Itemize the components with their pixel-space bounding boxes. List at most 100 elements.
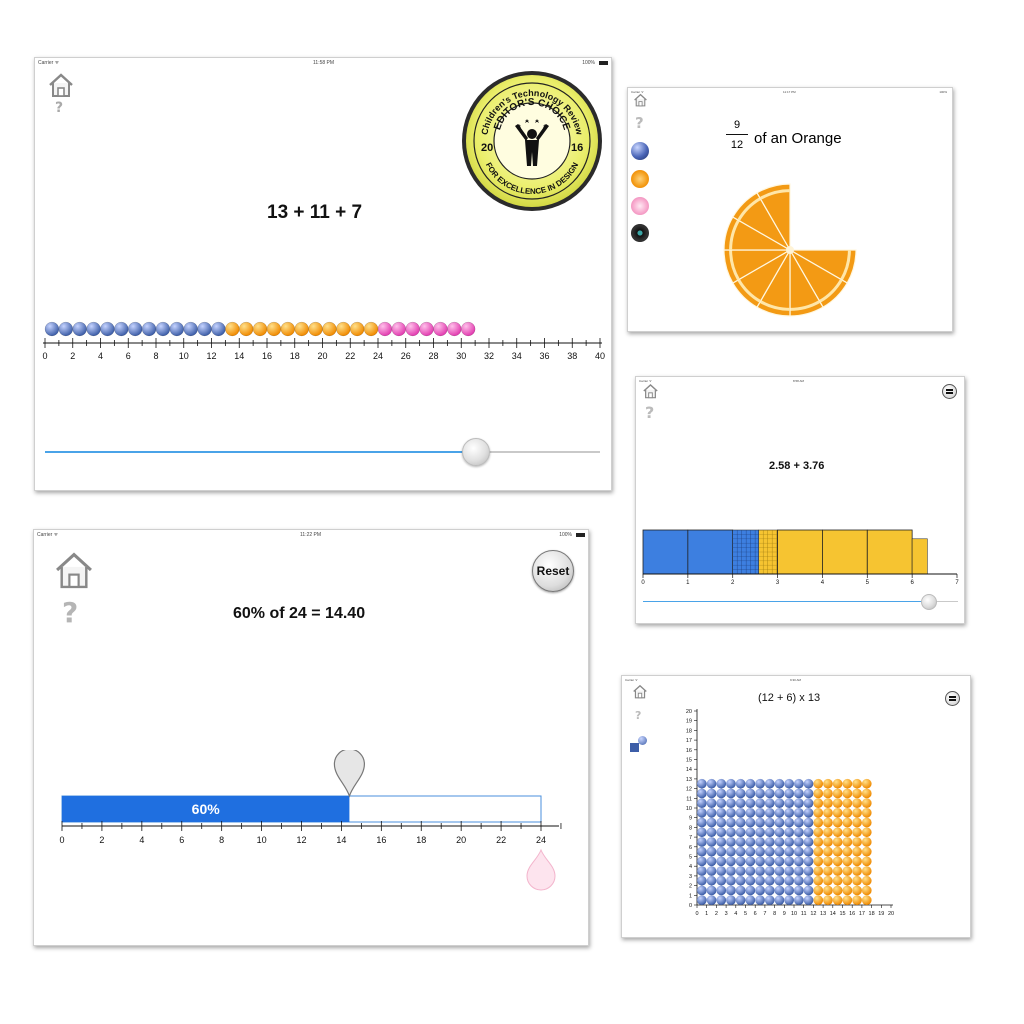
blue-bead: [716, 875, 727, 886]
help-icon[interactable]: ?: [635, 114, 644, 132]
home-icon[interactable]: [633, 93, 648, 107]
reset-button[interactable]: Reset: [532, 550, 574, 592]
blue-bead: [697, 798, 707, 808]
blue-bead: [706, 778, 717, 789]
blue-bead: [755, 866, 765, 876]
status-bar: Carrier ᯤ 11:58 PM 100%: [35, 58, 611, 68]
orange-bead: [842, 846, 853, 857]
y-tick-label: 4: [689, 864, 692, 870]
tick-label: 14: [336, 835, 346, 845]
y-tick-label: 15: [686, 758, 692, 764]
orange-slices: [723, 183, 857, 317]
orange-bead: [832, 827, 843, 838]
orange-bead: [813, 827, 824, 838]
orange-bead: [813, 846, 824, 857]
blue-bead: [745, 866, 756, 876]
pink-bead: [433, 321, 448, 337]
y-tick-label: 17: [686, 738, 692, 744]
blue-bead: [697, 856, 707, 867]
record-icon[interactable]: [631, 224, 649, 242]
orange-bead: [813, 808, 824, 818]
slider-fill: [45, 451, 476, 453]
blue-bead: [735, 875, 746, 886]
time-label: 11:22 PM: [300, 532, 322, 538]
orange-bead: [832, 788, 843, 799]
blue-bead: [784, 866, 794, 876]
blue-bead: [794, 798, 804, 808]
blue-bead: [745, 895, 756, 905]
orange-bead: [280, 321, 295, 337]
blue-bead: [706, 798, 717, 808]
slider-fill: [643, 601, 929, 602]
home-icon[interactable]: [47, 72, 75, 98]
home-icon[interactable]: [642, 383, 659, 399]
blue-bead: [183, 321, 198, 337]
orange-bead: [363, 321, 379, 337]
blue-bead: [735, 798, 746, 808]
blue-bead: [726, 817, 736, 828]
orange-bead: [861, 895, 872, 905]
blue-bead: [735, 856, 746, 867]
flower-icon[interactable]: [631, 197, 649, 215]
x-tick-label: 17: [859, 911, 865, 917]
equals-button[interactable]: [942, 384, 957, 399]
equals-button[interactable]: [945, 691, 960, 706]
y-tick-label: 19: [686, 719, 692, 725]
x-tick-label: 18: [869, 911, 875, 917]
orange-bead: [832, 778, 843, 789]
help-icon[interactable]: ?: [62, 596, 78, 629]
home-icon[interactable]: [51, 550, 97, 590]
orange-bead: [832, 895, 843, 905]
fraction-denominator: 12: [730, 139, 744, 151]
x-tick-label: 3: [725, 911, 728, 917]
help-icon[interactable]: ?: [55, 100, 63, 116]
tick-label: 8: [153, 351, 158, 361]
blue-bead: [706, 885, 717, 896]
blue-bead: [86, 321, 101, 337]
blue-bead: [764, 827, 775, 838]
tick-label: 34: [512, 351, 522, 361]
home-icon[interactable]: [632, 684, 648, 699]
blue-bead: [735, 817, 746, 828]
blue-bead: [803, 875, 814, 886]
blue-bead: [745, 846, 756, 857]
blue-bead: [784, 846, 794, 857]
blue-bead: [745, 798, 756, 808]
x-tick-label: 4: [734, 911, 737, 917]
equation-label: 2.58 + 3.76: [769, 460, 825, 472]
slider-thumb[interactable]: [462, 438, 491, 466]
blue-bead: [745, 808, 756, 818]
orange-bead: [823, 808, 833, 818]
orange-bead: [813, 856, 824, 867]
battery-label: 100%: [582, 60, 595, 66]
orange-icon[interactable]: [631, 170, 649, 188]
fraction-text: of an Orange: [754, 130, 842, 147]
blue-bead: [735, 808, 746, 818]
slider-thumb[interactable]: [921, 594, 938, 610]
orange-bead: [813, 895, 824, 905]
blue-bead: [706, 875, 717, 886]
blue-bead: [706, 808, 717, 818]
blue-bead: [155, 321, 171, 337]
x-tick-label: 9: [783, 911, 786, 917]
array-type-icon[interactable]: [630, 736, 648, 754]
blue-bead: [706, 788, 717, 799]
orange-bead: [823, 875, 833, 886]
blue-bead: [764, 866, 775, 876]
blue-bead: [197, 321, 212, 337]
total-marker-drop: [526, 848, 556, 891]
orange-bead: [861, 788, 872, 799]
tick-label: 22: [496, 835, 506, 845]
x-tick-label: 6: [754, 911, 757, 917]
y-tick-label: 5: [689, 855, 692, 861]
y-tick-label: 8: [689, 825, 692, 831]
fraction-numerator: 9: [733, 119, 741, 131]
blue-bead: [764, 788, 775, 799]
help-icon[interactable]: ?: [645, 403, 654, 422]
status-bar: Carrier ᯤ 8:58 AM: [636, 377, 964, 387]
orange-bead: [842, 875, 853, 886]
help-icon[interactable]: ?: [635, 709, 641, 722]
tick-label: 18: [416, 835, 426, 845]
orange-bead: [852, 788, 862, 799]
blue-ball-icon[interactable]: [631, 142, 649, 160]
